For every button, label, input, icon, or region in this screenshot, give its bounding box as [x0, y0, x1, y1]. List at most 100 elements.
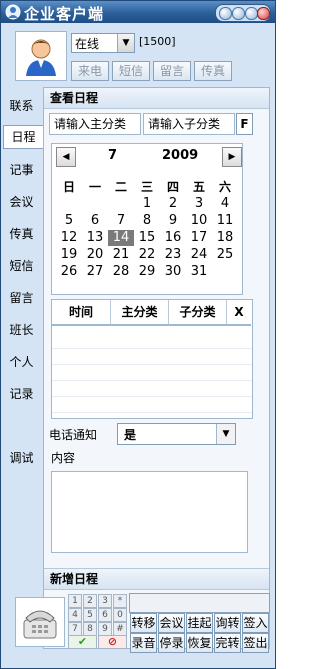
keypad-key[interactable]: 4	[68, 608, 82, 622]
hold-button[interactable]: 挂起	[186, 613, 213, 633]
col-header-time[interactable]: 时间	[52, 300, 111, 326]
phone-number-input[interactable]	[129, 593, 270, 613]
table-row[interactable]	[52, 350, 252, 365]
sign-in-button[interactable]: 签入	[242, 613, 269, 633]
close-icon[interactable]	[257, 7, 270, 20]
calendar-day[interactable]: 7	[108, 213, 134, 229]
table-row[interactable]	[52, 334, 252, 349]
calendar-day[interactable]: 18	[212, 230, 238, 246]
sidebar-item-sms[interactable]: 短信	[1, 257, 42, 274]
keypad-key[interactable]: 8	[83, 622, 97, 636]
calendar-day[interactable]: 11	[212, 213, 238, 229]
stop-record-button[interactable]: 停录	[158, 633, 185, 653]
resume-button[interactable]: 恢复	[186, 633, 213, 653]
calendar-day[interactable]: 27	[82, 264, 108, 280]
keypad-key[interactable]: 7	[68, 622, 82, 636]
status-select[interactable]: 在线 ▼	[71, 33, 135, 53]
keypad-key[interactable]: 0	[113, 608, 127, 622]
keypad-key[interactable]: 3	[98, 594, 112, 608]
hangup-button[interactable]: ⊘	[98, 635, 127, 649]
sub-category-input[interactable]: 请输入子分类	[143, 113, 235, 135]
calendar-day[interactable]: 12	[56, 230, 82, 246]
calendar-day[interactable]: 10	[186, 213, 212, 229]
sidebar-item-message[interactable]: 留言	[1, 289, 42, 306]
calendar-day[interactable]: 4	[212, 196, 238, 212]
sidebar-item-records[interactable]: 记录	[1, 385, 42, 402]
calendar-day[interactable]: 21	[108, 247, 134, 263]
chevron-down-icon[interactable]: ▼	[117, 34, 134, 52]
calendar-day[interactable]: 17	[186, 230, 212, 246]
keypad-key[interactable]: 5	[83, 608, 97, 622]
calendar-day[interactable]: 8	[134, 213, 160, 229]
title-bar[interactable]: 企业客户端	[1, 1, 275, 23]
calendar-day[interactable]: 28	[108, 264, 134, 280]
main-category-input[interactable]: 请输入主分类	[49, 113, 141, 135]
weekday-header: 四	[166, 180, 179, 194]
calendar-day[interactable]: 2	[160, 196, 186, 212]
phone-button[interactable]	[15, 597, 65, 647]
calendar-day[interactable]: 9	[160, 213, 186, 229]
calendar-day[interactable]: 5	[56, 213, 82, 229]
table-row[interactable]	[52, 366, 252, 381]
record-button[interactable]: 录音	[130, 633, 157, 653]
sidebar-item-fax[interactable]: 传真	[1, 225, 42, 242]
calendar-day[interactable]: 15	[134, 230, 160, 246]
calendar-day[interactable]: 26	[56, 264, 82, 280]
calendar-day[interactable]: 16	[160, 230, 186, 246]
calendar-day[interactable]: 31	[186, 264, 212, 280]
section-title-new[interactable]: 新增日程	[44, 568, 269, 590]
keypad-key[interactable]: #	[113, 622, 127, 636]
fax-button[interactable]: 传真	[194, 61, 232, 81]
calendar-day[interactable]: 23	[160, 247, 186, 263]
sms-button[interactable]: 短信	[112, 61, 150, 81]
calendar-day[interactable]: 22	[134, 247, 160, 263]
calendar-day[interactable]: 3	[186, 196, 212, 212]
keypad-key[interactable]: 6	[98, 608, 112, 622]
sidebar-item-schedule[interactable]: 日程	[3, 125, 43, 149]
calendar-day-selected[interactable]: 14	[108, 230, 134, 246]
calendar-day[interactable]: 25	[212, 247, 238, 263]
next-month-button[interactable]: ▶	[222, 147, 242, 167]
prev-month-button[interactable]: ◀	[56, 147, 76, 167]
col-header-sub-category[interactable]: 子分类	[169, 300, 227, 326]
user-icon	[26, 39, 56, 76]
calendar-day[interactable]: 6	[82, 213, 108, 229]
notify-value: 是	[124, 428, 137, 442]
sidebar-item-monitor[interactable]: 班长	[1, 321, 42, 338]
avatar[interactable]	[15, 31, 67, 81]
keypad-key[interactable]: 2	[83, 594, 97, 608]
keypad-key[interactable]: *	[113, 594, 127, 608]
dial-button[interactable]: ✔	[68, 635, 97, 649]
table-row[interactable]	[52, 398, 252, 413]
sidebar-item-contacts[interactable]: 联系	[1, 97, 42, 114]
notify-select[interactable]: 是 ▼	[117, 423, 236, 445]
filter-button[interactable]: F	[236, 113, 253, 135]
calendar-day[interactable]: 24	[186, 247, 212, 263]
keypad-key[interactable]: 9	[98, 622, 112, 636]
content-textarea[interactable]	[51, 471, 248, 553]
message-button[interactable]: 留言	[153, 61, 191, 81]
col-header-main-category[interactable]: 主分类	[111, 300, 169, 326]
transfer-button[interactable]: 转移	[130, 613, 157, 633]
calendar-day[interactable]: 29	[134, 264, 160, 280]
calendar-day[interactable]: 19	[56, 247, 82, 263]
sidebar-item-notes[interactable]: 记事	[1, 161, 42, 178]
help-icon[interactable]	[232, 7, 245, 20]
conference-button[interactable]: 会议	[158, 613, 185, 633]
minimize-icon[interactable]	[219, 7, 232, 20]
table-row[interactable]	[52, 382, 252, 397]
col-header-delete[interactable]: X	[227, 300, 251, 326]
incoming-call-button[interactable]: 来电	[71, 61, 109, 81]
sidebar-item-debug[interactable]: 调试	[1, 449, 42, 466]
sign-out-button[interactable]: 签出	[242, 633, 269, 653]
keypad-key[interactable]: 1	[68, 594, 82, 608]
complete-transfer-button[interactable]: 完转	[214, 633, 241, 653]
consult-transfer-button[interactable]: 询转	[214, 613, 241, 633]
sidebar-item-meeting[interactable]: 会议	[1, 193, 42, 210]
sidebar-item-personal[interactable]: 个人	[1, 353, 42, 370]
calendar-day[interactable]: 1	[134, 196, 160, 212]
chevron-down-icon[interactable]: ▼	[216, 424, 235, 444]
calendar-day[interactable]: 13	[82, 230, 108, 246]
calendar-day[interactable]: 30	[160, 264, 186, 280]
calendar-day[interactable]: 20	[82, 247, 108, 263]
